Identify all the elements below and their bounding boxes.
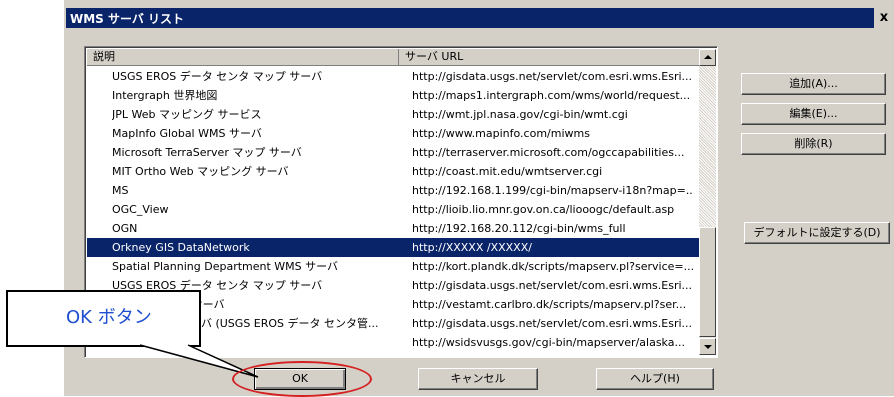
list-item[interactable]: MapInfo Global WMS サーバ http://www.mapinfo… — [87, 124, 699, 143]
list-item-description: Intergraph 世界地図 — [112, 89, 218, 102]
list-item-url: http://gisdata.usgs.net/servlet/com.esri… — [412, 317, 693, 330]
cancel-button[interactable]: キャンセル — [418, 368, 538, 390]
ok-button-highlight-ellipse — [232, 361, 372, 397]
list-item-url: http://gisdata.usgs.net/servlet/com.esri… — [412, 70, 693, 83]
edit-button[interactable]: 編集(E)... — [741, 103, 886, 125]
list-item-url: http://192.168.1.199/cgi-bin/mapserv-i18… — [412, 184, 694, 197]
list-item[interactable]: OGC_View http://lioib.lio.mnr.gov.on.ca/l… — [87, 200, 699, 219]
list-item[interactable]: Microsoft TerraServer マップ サーバ http://terr… — [87, 143, 699, 162]
list-item[interactable]: MS http://192.168.1.199/cgi-bin/mapserv-i… — [87, 181, 699, 200]
column-header-server-url[interactable]: サーバ URL — [399, 49, 711, 66]
list-item-description: MapInfo Global WMS サーバ — [112, 127, 262, 140]
list-item-url: http://wsidsvusgs.gov/cgi-bin/mapserver/… — [412, 336, 685, 349]
list-item[interactable]: USGS EROS データ センタ マップ サーバ http://gisdata.… — [87, 67, 699, 86]
list-item[interactable]: MIT Ortho Web マッピング サーバ http://coast.mit.… — [87, 162, 699, 181]
callout-text: OK ボタン — [66, 307, 152, 328]
set-default-button[interactable]: デフォルトに設定する(D) — [744, 222, 890, 244]
list-item-url: http://kort.plandk.dk/scripts/mapserv.pl… — [412, 260, 694, 273]
list-item-url: http://terraserver.microsoft.com/ogccapa… — [412, 146, 685, 159]
ok-button-callout: OK ボタン — [6, 290, 201, 347]
help-button[interactable]: ヘルプ(H) — [596, 368, 714, 390]
scroll-track[interactable] — [699, 66, 716, 227]
list-item-url: http://lioib.lio.mnr.gov.on.ca/liooogc/d… — [412, 203, 675, 216]
list-item-description: JPL Web マッピング サービス — [112, 108, 262, 121]
list-item-url: http://XXXXX /XXXXX/ — [412, 241, 532, 254]
list-item[interactable]: JPL Web マッピング サービス http://wmt.jpl.nasa.go… — [87, 105, 699, 124]
list-item-description: MIT Ortho Web マッピング サーバ — [112, 165, 289, 178]
arrow-down-icon — [704, 345, 712, 349]
vertical-scrollbar[interactable] — [699, 49, 716, 355]
arrow-up-icon — [704, 55, 712, 59]
list-item-description: OGC_View — [112, 203, 169, 216]
list-item-url: http://maps1.intergraph.com/wms/world/re… — [412, 89, 691, 102]
list-item[interactable]: OGN http://192.168.20.112/cgi-bin/wms_ful… — [87, 219, 699, 238]
scroll-thumb[interactable] — [699, 227, 716, 337]
list-item-description: Orkney GIS DataNetwork — [112, 241, 250, 254]
list-item[interactable]: Intergraph 世界地図 http://maps1.intergraph.c… — [87, 86, 699, 105]
dialog-title: WMS サーバ リスト — [70, 12, 185, 26]
list-item-description: MS — [112, 184, 129, 197]
list-item-url: http://192.168.20.112/cgi-bin/wms_full — [412, 222, 626, 235]
list-item-description: Microsoft TerraServer マップ サーバ — [112, 146, 302, 159]
scroll-down-button[interactable] — [699, 338, 716, 355]
list-item-description: Spatial Planning Department WMS サーバ — [112, 260, 339, 273]
delete-button[interactable]: 削除(R) — [741, 133, 886, 155]
title-bar[interactable]: WMS サーバ リスト x — [66, 8, 894, 28]
close-icon[interactable]: x — [874, 8, 894, 28]
list-item-description: OGN — [112, 222, 138, 235]
list-item[interactable]: Spatial Planning Department WMS サーバ http:… — [87, 257, 699, 276]
list-item[interactable]: Orkney GIS DataNetwork http://XXXXX /XXXX… — [87, 238, 699, 257]
add-button[interactable]: 追加(A)... — [741, 73, 886, 95]
list-item-url: http://coast.mit.edu/wmtserver.cgi — [412, 165, 603, 178]
list-item-url: http://wmt.jpl.nasa.gov/cgi-bin/wmt.cgi — [412, 108, 628, 121]
column-header-description[interactable]: 説明 — [87, 49, 399, 66]
list-item-description: USGS EROS データ センタ マップ サーバ — [112, 70, 323, 83]
list-item-url: http://gisdata.usgs.net/servlet/com.esri… — [412, 279, 693, 292]
list-item-url: http://vestamt.carlbro.dk/scripts/mapser… — [412, 298, 687, 311]
scroll-up-button[interactable] — [699, 49, 716, 66]
list-item-url: http://www.mapinfo.com/miwms — [412, 127, 590, 140]
